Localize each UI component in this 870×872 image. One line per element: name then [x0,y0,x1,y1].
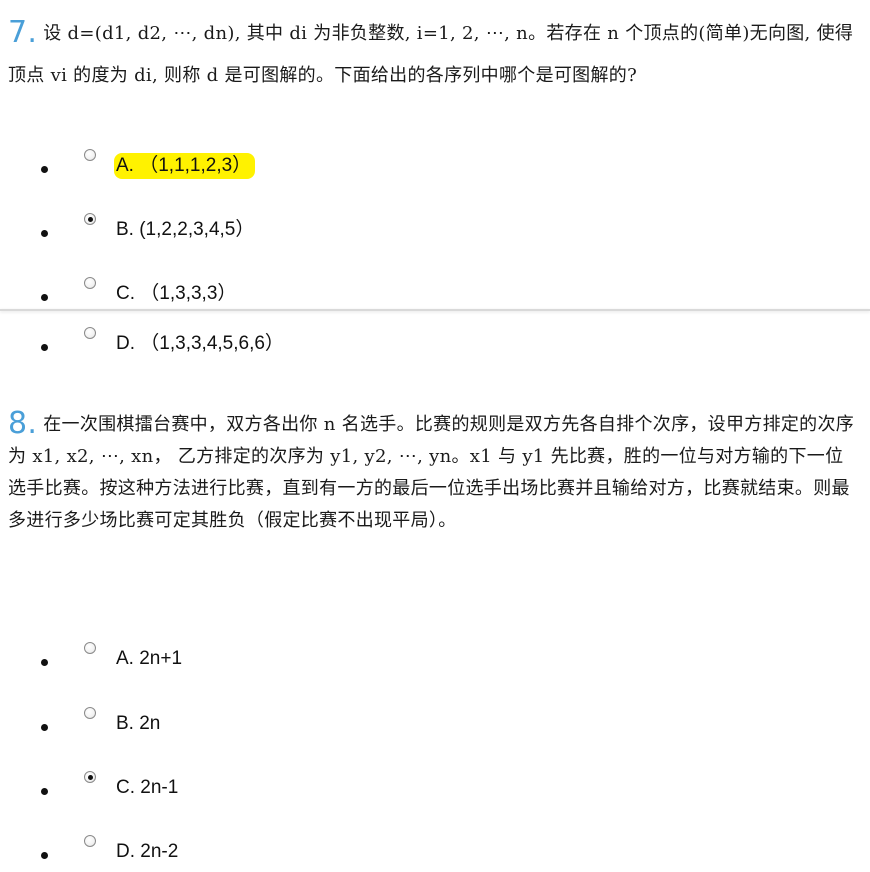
q8-option-d-label[interactable]: D. 2n-2 [116,839,178,865]
bullet-icon [41,852,48,859]
q8-option-c[interactable]: C. 2n-1 [0,771,600,808]
bullet-icon [41,230,48,237]
q8-option-b[interactable]: B. 2n [0,707,600,744]
bullet-icon [41,166,48,173]
q8-option-a-label[interactable]: A. 2n+1 [116,646,182,672]
q7-option-b[interactable]: B. (1,2,2,3,4,5） [0,213,600,250]
q7-option-a-radio[interactable] [84,149,96,161]
question-7-text: 设 d=(d1, d2, ⋯, dn), 其中 di 为非负整数, i=1, 2… [8,23,854,86]
bullet-icon [41,294,48,301]
question-7-text-block: 7. 设 d=(d1, d2, ⋯, dn), 其中 di 为非负整数, i=1,… [8,12,860,97]
q8-option-d-radio[interactable] [84,835,96,847]
q7-option-d-label[interactable]: D. （1,3,3,4,5,6,6） [116,331,284,357]
q7-option-a-label[interactable]: A. （1,1,1,2,3） [114,153,256,179]
question-8-text-block: 8. 在一次围棋擂台赛中，双方各出你 n 名选手。比赛的规则是双方先各自排个次序，… [8,408,860,537]
question-8-text: 在一次围棋擂台赛中，双方各出你 n 名选手。比赛的规则是双方先各自排个次序，设甲… [8,414,855,531]
q7-option-b-label[interactable]: B. (1,2,2,3,4,5） [116,217,254,243]
bullet-icon [41,724,48,731]
q8-option-a[interactable]: A. 2n+1 [0,642,600,679]
q7-option-d-radio[interactable] [84,327,96,339]
q8-option-d[interactable]: D. 2n-2 [0,835,600,872]
question-8-number: 8. [8,406,38,441]
q7-option-c-radio[interactable] [84,277,96,289]
q8-option-b-radio[interactable] [84,707,96,719]
q7-option-b-radio[interactable] [84,213,96,225]
bullet-icon [41,344,48,351]
q7-option-a[interactable]: A. （1,1,1,2,3） [0,149,600,186]
bullet-icon [41,788,48,795]
q8-option-c-radio[interactable] [84,771,96,783]
q8-option-a-radio[interactable] [84,642,96,654]
bullet-icon [41,659,48,666]
section-divider [0,309,870,311]
q8-option-b-label[interactable]: B. 2n [116,711,160,737]
q7-option-c-label[interactable]: C. （1,3,3,3） [116,281,236,307]
question-7-number: 7. [8,15,38,50]
q8-option-c-label[interactable]: C. 2n-1 [116,775,178,801]
q7-option-d[interactable]: D. （1,3,3,4,5,6,6） [0,327,600,364]
